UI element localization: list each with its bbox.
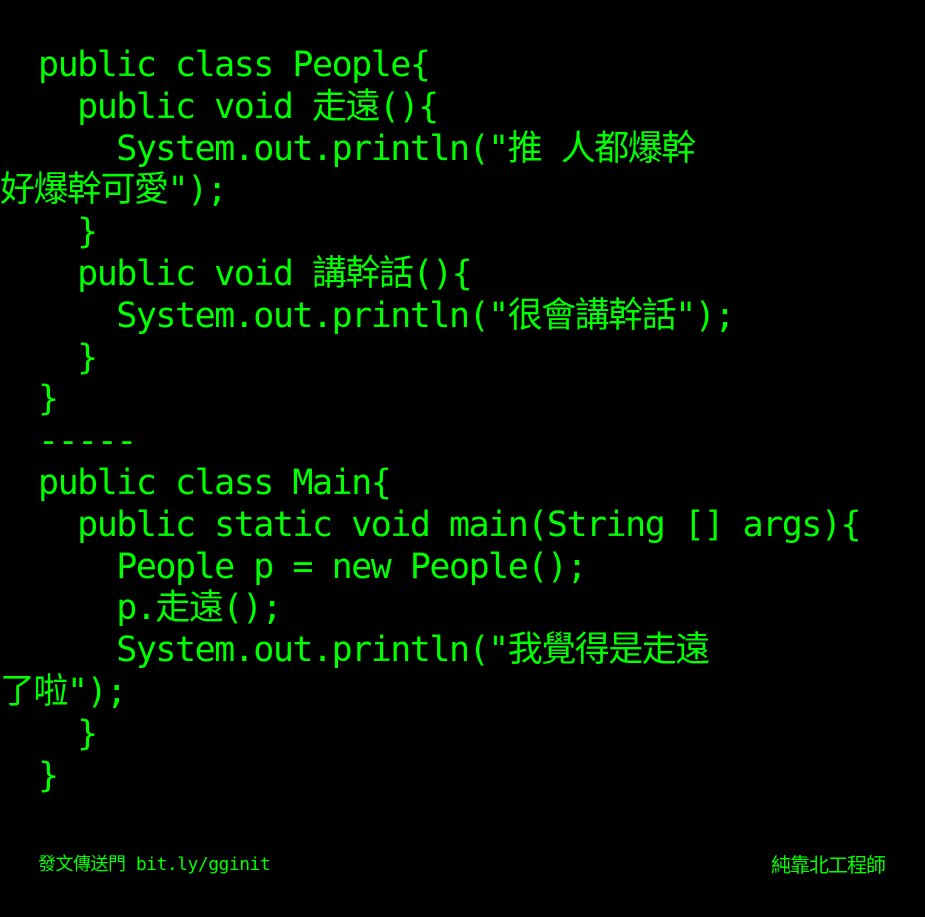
code-line: p.走遠(); [38,588,282,629]
code-line: System.out.println("很會講幹話"); [38,295,735,336]
code-separator: ----- [38,421,137,462]
footer-brand: 純靠北工程師 [771,853,886,877]
code-line: People p = new People(); [38,546,587,587]
code-block: public class People{ public void 走遠(){ S… [0,45,908,797]
code-line: public void 走遠(){ [38,86,439,127]
code-line: System.out.println("推 人都爆幹 [38,128,696,169]
footer-submission-link: 發文傳送門 bit.ly/gginit [38,854,271,875]
code-line: public static void main(String [] args){ [38,504,861,545]
code-line: System.out.println("我覺得是走遠 [38,630,710,671]
code-line: } [38,212,98,253]
code-line-wrapped: 了啦"); [0,671,127,712]
code-line: public class People{ [38,45,431,85]
code-line: } [38,337,98,378]
code-line: } [38,713,98,754]
code-line: public void 講幹話(){ [38,253,473,294]
code-line: public class Main{ [38,462,392,503]
code-line-wrapped: 好爆幹可愛"); [0,170,228,211]
code-line: } [38,379,59,420]
code-line: } [38,755,59,796]
